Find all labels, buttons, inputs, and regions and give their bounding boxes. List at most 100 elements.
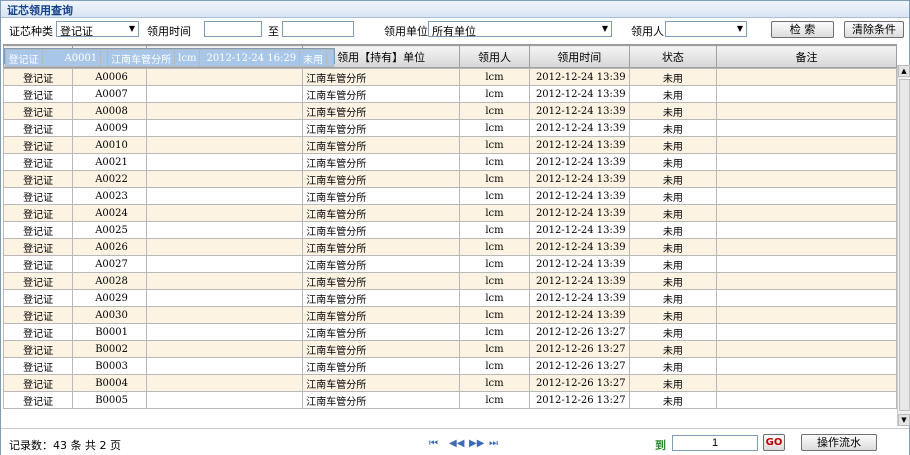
vertical-scrollbar[interactable]: ▲ ▼	[897, 65, 910, 426]
record-count: 记录数：43 条 共 2 页	[9, 439, 121, 452]
table-row[interactable]: 登记证 B0003 江南车管分所 lcm 2012-12-26 13:27 未用	[3, 357, 897, 375]
table-row[interactable]: 登记证 A0023 江南车管分所 lcm 2012-12-24 13:39 未用	[3, 187, 897, 205]
chevron-down-icon: ▼	[601, 24, 608, 33]
table-cell: 江南车管分所	[302, 170, 461, 188]
filter-bar: 证芯种类 登记证 ▼ 领用时间 至 领用单位 所有单位 ▼ 领用人 ▼ 检 索 …	[1, 18, 909, 42]
person-select[interactable]: ▼	[665, 21, 747, 37]
table-row[interactable]: 登记证 B0001 江南车管分所 lcm 2012-12-26 13:27 未用	[3, 323, 897, 341]
table-row[interactable]: 登记证 A0001 江南车管分所 lcm 2012-12-24 16:29 未用	[3, 48, 336, 67]
table-cell	[716, 289, 897, 307]
table-cell: 2012-12-24 13:39	[528, 187, 630, 205]
table-row[interactable]: 登记证 A0027 江南车管分所 lcm 2012-12-24 13:39 未用	[3, 255, 897, 273]
search-button[interactable]: 检 索	[771, 21, 834, 38]
column-header[interactable]: 备注	[716, 45, 897, 68]
table-cell: A0001	[41, 49, 102, 67]
table-cell: lcm	[174, 49, 201, 67]
table-cell: 江南车管分所	[302, 187, 461, 205]
table-cell	[716, 255, 897, 273]
table-row[interactable]: 登记证 B0005 江南车管分所 lcm 2012-12-26 13:27 未用	[3, 391, 897, 409]
time-from-input[interactable]	[204, 21, 262, 37]
table-row[interactable]: 登记证 A0006 江南车管分所 lcm 2012-12-24 13:39 未用	[3, 68, 897, 86]
table-row[interactable]: 登记证 A0025 江南车管分所 lcm 2012-12-24 13:39 未用	[3, 221, 897, 239]
table-cell: A0024	[72, 204, 147, 222]
table-cell: 未用	[628, 238, 718, 256]
operation-log-button[interactable]: 操作流水	[801, 434, 877, 451]
table-cell	[145, 306, 304, 324]
table-cell: 未用	[628, 153, 718, 171]
table-cell	[716, 85, 897, 103]
table-cell: 登记证	[3, 272, 74, 290]
window-title: 证芯领用查询	[7, 4, 73, 17]
table-body: 登记证 A0001 江南车管分所 lcm 2012-12-24 16:29 未用 登记证 A0…	[3, 48, 897, 409]
time-label: 领用时间	[147, 25, 191, 38]
table-row[interactable]: 登记证 A0030 江南车管分所 lcm 2012-12-24 13:39 未用	[3, 306, 897, 324]
column-header[interactable]: 状态	[628, 45, 718, 68]
go-button[interactable]: GO	[763, 434, 785, 451]
table-cell: 登记证	[3, 255, 74, 273]
table-cell	[145, 170, 304, 188]
table-cell	[100, 49, 109, 67]
table-row[interactable]: 登记证 B0002 江南车管分所 lcm 2012-12-26 13:27 未用	[3, 340, 897, 358]
table-row[interactable]: 登记证 A0009 江南车管分所 lcm 2012-12-24 13:39 未用	[3, 119, 897, 137]
table-cell: 江南车管分所	[302, 136, 461, 154]
table-row[interactable]: 登记证 A0028 江南车管分所 lcm 2012-12-24 13:39 未用	[3, 272, 897, 290]
table-cell	[145, 68, 304, 86]
table-cell: 登记证	[3, 340, 74, 358]
table-row[interactable]: 登记证 A0024 江南车管分所 lcm 2012-12-24 13:39 未用	[3, 204, 897, 222]
table-cell: lcm	[459, 357, 530, 375]
table-cell: 未用	[628, 102, 718, 120]
scroll-thumb[interactable]	[899, 79, 910, 411]
table-cell: 未用	[628, 323, 718, 341]
scroll-up-icon[interactable]: ▲	[898, 65, 910, 77]
first-page-icon[interactable]: ⏮	[429, 438, 438, 449]
table-cell: B0005	[72, 391, 147, 409]
table-row[interactable]: 登记证 A0021 江南车管分所 lcm 2012-12-24 13:39 未用	[3, 153, 897, 171]
table-cell: A0027	[72, 255, 147, 273]
table-cell: 未用	[628, 170, 718, 188]
next-page-icon[interactable]: ▶▶	[469, 438, 484, 449]
table-cell: 登记证	[3, 102, 74, 120]
table-cell: lcm	[459, 187, 530, 205]
last-page-icon[interactable]: ⏭	[489, 438, 498, 449]
table-cell: A0006	[72, 68, 147, 86]
table-cell: A0009	[72, 119, 147, 137]
table-row[interactable]: 登记证 A0010 江南车管分所 lcm 2012-12-24 13:39 未用	[3, 136, 897, 154]
table-cell: B0002	[72, 340, 147, 358]
table-cell: 登记证	[3, 238, 74, 256]
data-grid: 证芯种类证芯编号发放单位领用【持有】单位领用人领用时间状态备注 登记证A0001…	[3, 44, 897, 427]
table-row[interactable]: 登记证 A0026 江南车管分所 lcm 2012-12-24 13:39 未用	[3, 238, 897, 256]
table-row[interactable]: 登记证 A0008 江南车管分所 lcm 2012-12-24 13:39 未用	[3, 102, 897, 120]
table-cell: 未用	[628, 119, 718, 137]
table-cell: 登记证	[3, 323, 74, 341]
table-cell: 2012-12-24 13:39	[528, 85, 630, 103]
table-row[interactable]: 登记证 A0022 江南车管分所 lcm 2012-12-24 13:39 未用	[3, 170, 897, 188]
clear-button[interactable]: 清除条件	[844, 21, 904, 38]
unit-select[interactable]: 所有单位 ▼	[428, 21, 612, 38]
table-row[interactable]: 登记证 A0007 江南车管分所 lcm 2012-12-24 13:39 未用	[3, 85, 897, 103]
footer-bar: 记录数：43 条 共 2 页 ⏮ ◀◀ ▶▶ ⏭ 到 GO 操作流水	[1, 428, 909, 455]
type-select-value: 登记证	[60, 25, 93, 38]
table-cell: 江南车管分所	[302, 119, 461, 137]
table-cell: 2012-12-24 13:39	[528, 289, 630, 307]
scroll-down-icon[interactable]: ▼	[898, 414, 910, 426]
table-cell: 登记证	[3, 391, 74, 409]
column-header[interactable]: 领用人	[459, 45, 530, 68]
table-cell: lcm	[459, 221, 530, 239]
table-cell: 2012-12-26 13:27	[528, 340, 630, 358]
table-cell: A0010	[72, 136, 147, 154]
table-cell: 未用	[628, 357, 718, 375]
table-row[interactable]: 登记证 A0029 江南车管分所 lcm 2012-12-24 13:39 未用	[3, 289, 897, 307]
page-input[interactable]	[672, 435, 758, 451]
table-cell: 2012-12-24 13:39	[528, 221, 630, 239]
table-cell: 未用	[628, 306, 718, 324]
column-header[interactable]: 领用时间	[528, 45, 630, 68]
prev-page-icon[interactable]: ◀◀	[449, 438, 464, 449]
table-cell: 2012-12-24 13:39	[528, 153, 630, 171]
table-cell: 2012-12-24 13:39	[528, 170, 630, 188]
type-select[interactable]: 登记证 ▼	[56, 21, 139, 38]
table-row[interactable]: 登记证 B0004 江南车管分所 lcm 2012-12-26 13:27 未用	[3, 374, 897, 392]
table-cell: lcm	[459, 204, 530, 222]
table-cell: 登记证	[3, 187, 74, 205]
time-to-input[interactable]	[282, 21, 354, 37]
table-cell: 未用	[628, 340, 718, 358]
